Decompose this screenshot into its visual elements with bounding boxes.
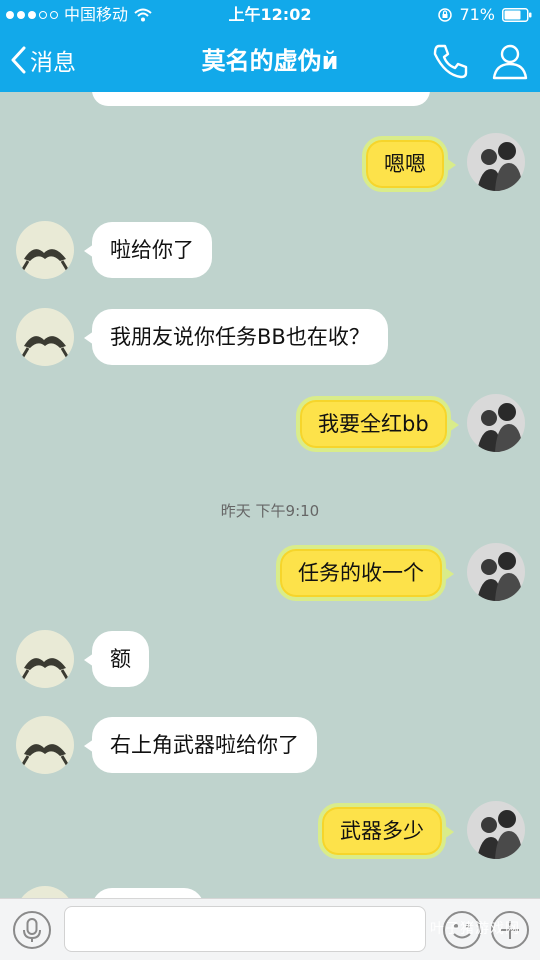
microphone-icon[interactable] [12,910,52,950]
rotation-lock-icon [438,8,453,22]
contact-avatar[interactable] [16,630,74,688]
message-bubble-incoming[interactable]: 啦给你了 [84,222,212,278]
message-bubble-incoming[interactable]: 额 [84,631,149,687]
message-bubble-outgoing[interactable]: 嗯嗯 [362,136,456,192]
my-avatar[interactable] [467,801,525,859]
top-bar: 中国移动 上午12:02 71% 消息 莫名的虚伪й [0,0,540,92]
my-avatar[interactable] [467,133,525,191]
watermark-text: 叶子猪游戏网 [430,921,520,937]
message-input[interactable] [64,906,426,952]
message-bubble-partial[interactable] [92,888,204,898]
message-bubble-outgoing[interactable]: 我要全红bb [296,396,459,452]
chat-area[interactable]: 嗯嗯 啦给你了 我朋友说你任务BB也在收？ 我要全红bb 昨天 下午9:10 任… [0,92,540,898]
phone-icon[interactable] [430,42,470,80]
contact-avatar[interactable] [16,886,74,898]
message-bubble-outgoing[interactable]: 武器多少 [318,803,454,859]
profile-icon[interactable] [490,42,530,80]
nav-bar: 消息 莫名的虚伪й [0,30,540,92]
my-avatar[interactable] [467,394,525,452]
message-bubble-incoming[interactable]: 右上角武器啦给你了 [84,717,317,773]
contact-avatar[interactable] [16,716,74,774]
back-button[interactable]: 消息 [10,42,76,78]
status-bar: 中国移动 上午12:02 71% [0,0,540,30]
message-timestamp: 昨天 下午9:10 [220,502,320,520]
battery-percent: 71% [459,5,495,24]
battery-icon [502,8,532,22]
contact-avatar[interactable] [16,221,74,279]
message-bubble-outgoing[interactable]: 任务的收一个 [276,545,454,601]
message-bubble-partial[interactable] [92,92,430,106]
my-avatar[interactable] [467,543,525,601]
back-label: 消息 [30,50,76,76]
chevron-left-icon [11,46,26,74]
message-bubble-incoming[interactable]: 我朋友说你任务BB也在收？ [84,309,388,365]
contact-avatar[interactable] [16,308,74,366]
